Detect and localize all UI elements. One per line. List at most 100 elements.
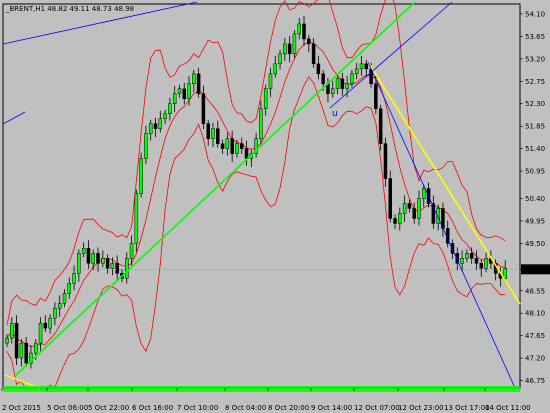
candle-body [67, 283, 72, 294]
candle [81, 242, 86, 258]
candle [53, 302, 57, 326]
candle-body [86, 248, 91, 264]
y-tick-label: 54.10 [525, 10, 545, 18]
candle [412, 202, 416, 224]
candle [211, 122, 215, 148]
candle [292, 29, 297, 58]
y-tick-label: 49.95 [525, 217, 545, 225]
candle-body [168, 103, 172, 114]
candle [331, 80, 335, 98]
y-tick-label: 48.10 [525, 310, 545, 318]
candle-body [125, 258, 129, 279]
candle-body [235, 143, 239, 154]
candle-body [192, 73, 196, 85]
candle-body [48, 317, 52, 329]
y-tick-label: 52.75 [525, 78, 545, 86]
candle-body [163, 113, 167, 119]
candle-body [412, 208, 416, 219]
candle [249, 149, 254, 168]
x-tick-label: 12 Oct 07:00 [354, 404, 400, 412]
candle-body [350, 73, 354, 85]
candle-body [196, 73, 201, 95]
candle-body [345, 83, 349, 90]
candle-body [14, 322, 19, 359]
candle-body [10, 322, 14, 339]
candle [335, 74, 340, 95]
candle [67, 277, 72, 299]
candle [206, 119, 210, 146]
candle [172, 85, 177, 113]
candle [402, 195, 407, 222]
candle-body [283, 43, 287, 55]
chart-window[interactable]: u _BRENT,H1 48.82 49.11 48.73 48.98 54.10 5… [0, 0, 550, 413]
candle [101, 250, 105, 268]
candle-body [139, 158, 143, 194]
candle-body [77, 253, 81, 274]
candle [177, 84, 182, 98]
x-tick-label: 8 Oct 04:00 [225, 404, 266, 412]
candle [19, 339, 24, 367]
candle [182, 82, 186, 105]
x-tick-label: 5 Oct 22:00 [88, 404, 129, 412]
price-chart[interactable]: u _BRENT,H1 48.82 49.11 48.73 48.98 54.10 5… [0, 0, 550, 413]
x-tick-label: 7 Oct 10:00 [177, 404, 218, 412]
candle [393, 214, 397, 229]
candle-body [273, 63, 278, 75]
candle-body [465, 253, 469, 259]
candle-body [287, 43, 292, 55]
candle-body [311, 43, 316, 65]
candle-body [187, 83, 191, 100]
candle-body [96, 253, 100, 264]
trendline-blue-down[interactable] [367, 61, 516, 389]
candle-body [216, 128, 220, 144]
candle [24, 337, 28, 368]
candle [354, 62, 359, 80]
candle-body [307, 38, 311, 45]
candle [283, 37, 287, 61]
y-tick-label: 46.75 [525, 377, 545, 385]
candle-body [402, 203, 407, 214]
x-tick-label: 9 Oct 14:00 [311, 404, 352, 412]
candle-body [316, 63, 321, 75]
current-price-label: 48.98 [524, 266, 544, 274]
candle [273, 55, 278, 78]
candle [268, 67, 273, 98]
candle-body [129, 243, 134, 259]
candle-body [72, 273, 76, 284]
bollinger-middle-band [6, 41, 506, 347]
y-tick-label: 53.65 [525, 33, 545, 41]
candle-body [62, 292, 67, 304]
trendline-green[interactable] [14, 1, 416, 377]
candle [378, 104, 383, 151]
y-tick-label: 47.65 [525, 332, 545, 340]
candle-body [393, 218, 397, 224]
y-tick-label: 51.40 [525, 145, 545, 153]
candle-body [81, 248, 86, 254]
candle [244, 140, 249, 166]
candle [383, 137, 388, 188]
candle [254, 132, 258, 158]
candle [115, 255, 119, 282]
candle-body [110, 263, 115, 269]
trendline-blue-left[interactable] [2, 111, 26, 125]
candle-body [417, 198, 421, 219]
candle-body [388, 178, 392, 219]
trendline-blue-channel[interactable] [329, 1, 453, 109]
candle-body [225, 138, 230, 149]
candle-body [24, 342, 28, 364]
candle-body [331, 88, 335, 95]
candle [29, 345, 33, 369]
x-tick-label: 12 Oct 23:00 [398, 404, 444, 412]
candle [441, 202, 445, 237]
x-tick-label: 13 Oct 17:00 [444, 404, 490, 412]
plot-area[interactable] [2, 3, 521, 389]
x-tick-label: 14 Oct 11:00 [485, 404, 531, 412]
candle-body [469, 253, 474, 259]
candle [105, 254, 110, 274]
candle [144, 125, 148, 165]
candle-body [292, 33, 297, 55]
candle-body [259, 108, 263, 139]
candle [196, 67, 201, 98]
candle-body [383, 143, 388, 179]
candle-body [206, 123, 210, 139]
